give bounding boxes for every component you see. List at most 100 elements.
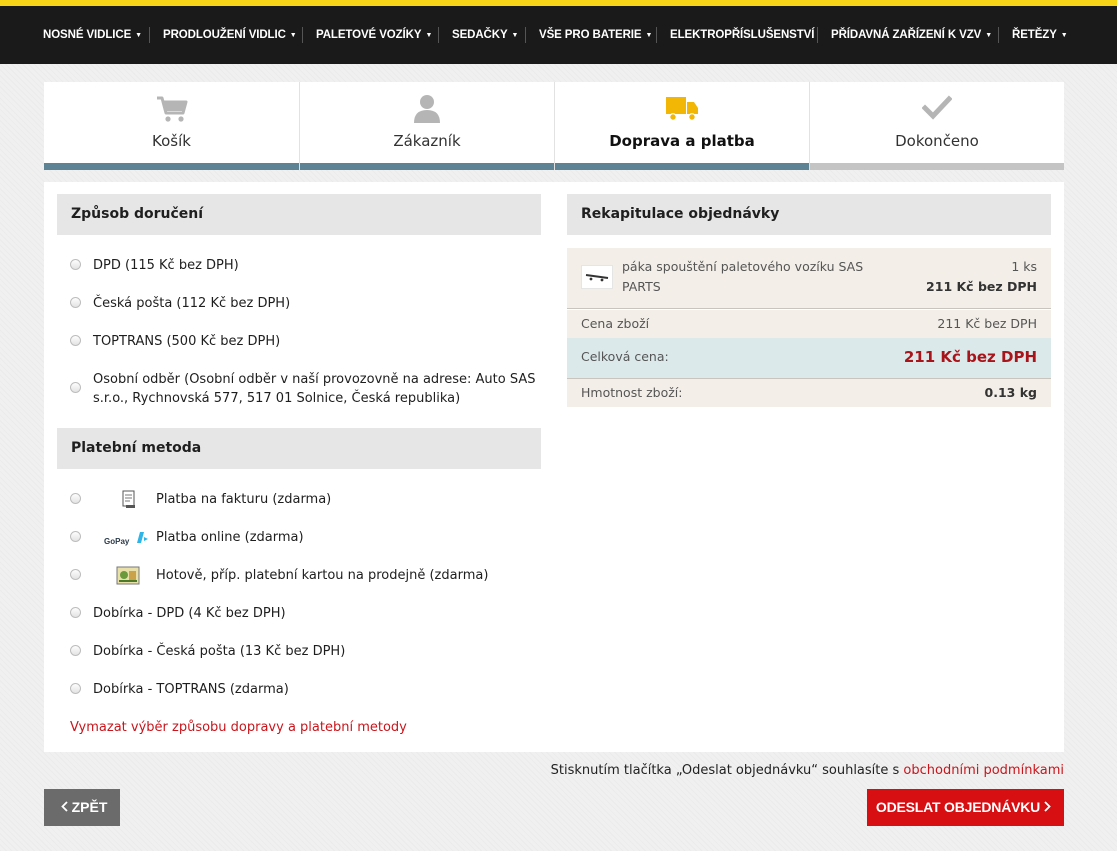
main-navigation: NOSNÉ VIDLICE ▼ PRODLOUŽENÍ VIDLIC ▼ PALET…	[0, 6, 1117, 64]
step-cart[interactable]: Košík	[44, 82, 299, 170]
recap-goods-price-row: Cena zboží 211 Kč bez DPH	[567, 310, 1051, 338]
payment-radio[interactable]	[70, 531, 81, 542]
caret-down-icon: ▼	[289, 32, 297, 39]
invoice-icon	[106, 490, 150, 510]
back-button[interactable]: ZPĚT	[44, 789, 120, 826]
nav-label: PALETOVÉ VOZÍKY	[316, 29, 422, 41]
recap-weight-row: Hmotnost zboží: 0.13 kg	[567, 379, 1051, 407]
delivery-option-dpd[interactable]: DPD (115 Kč bez DPH)	[70, 256, 550, 275]
nav-label: PŘÍDAVNÁ ZAŘÍZENÍ K VZV	[831, 29, 982, 41]
payment-option-cod-dpd[interactable]: Dobírka - DPD (4 Kč bez DPH)	[70, 604, 550, 623]
total-price-label: Celková cena:	[581, 349, 669, 364]
nav-item-retezy[interactable]: ŘETĚZY ▼	[1012, 6, 1068, 64]
delivery-section-title: Způsob doručení	[57, 194, 541, 235]
payment-radio[interactable]	[70, 645, 81, 656]
recap-product-row: páka spouštění paletového vozíku SAS PAR…	[567, 248, 1051, 309]
delivery-option-label: Česká pošta (112 Kč bez DPH)	[93, 296, 291, 311]
step-customer[interactable]: Zákazník	[299, 82, 554, 170]
nav-separator	[817, 27, 818, 43]
gopay-logo: GoPay	[104, 528, 150, 548]
nav-separator	[438, 27, 439, 43]
caret-down-icon: ▼	[425, 32, 433, 39]
nav-label: PRODLOUŽENÍ VIDLIC	[163, 29, 286, 41]
terms-text: Stisknutím tlačítka „Odeslat objednávku“…	[550, 763, 904, 778]
nav-label: SEDAČKY	[452, 29, 508, 41]
step-label: Košík	[152, 132, 191, 150]
delivery-option-label: Osobní odběr (Osobní odběr v naší provoz…	[93, 372, 536, 406]
nav-item-elektroprislusenstvi[interactable]: ELEKTROPŘÍSLUŠENSTVÍ	[670, 6, 814, 64]
step-finished[interactable]: Dokončeno	[809, 82, 1064, 170]
nav-item-pridavna-zarizeni[interactable]: PŘÍDAVNÁ ZAŘÍZENÍ K VZV ▼	[831, 6, 992, 64]
nav-label: ELEKTROPŘÍSLUŠENSTVÍ	[670, 29, 815, 41]
caret-down-icon: ▼	[135, 32, 143, 39]
product-name[interactable]: páka spouštění paletového vozíku SAS PAR…	[622, 257, 882, 297]
delivery-radio[interactable]	[70, 382, 81, 393]
weight-label: Hmotnost zboží:	[581, 385, 683, 400]
payment-option-cash[interactable]: Hotově, příp. platební kartou na prodejn…	[70, 566, 550, 585]
nav-separator	[998, 27, 999, 43]
step-progress-bar	[555, 163, 809, 170]
total-price-value: 211 Kč bez DPH	[903, 348, 1037, 366]
checkout-content: Způsob doručení DPD (115 Kč bez DPH) Čes…	[44, 182, 1064, 752]
payment-option-label: Platba online (zdarma)	[156, 530, 304, 545]
caret-down-icon: ▼	[985, 32, 993, 39]
nav-label: ŘETĚZY	[1012, 29, 1057, 41]
step-progress-bar	[300, 163, 554, 170]
payment-radio[interactable]	[70, 683, 81, 694]
payment-option-label: Hotově, příp. platební kartou na prodejn…	[156, 568, 489, 583]
delivery-option-label: TOPTRANS (500 Kč bez DPH)	[93, 334, 281, 349]
delivery-radio[interactable]	[70, 259, 81, 270]
nav-item-nosne-vidlice[interactable]: NOSNÉ VIDLICE ▼	[43, 6, 142, 64]
clear-selection-link[interactable]: Vymazat výběr způsobu dopravy a platební…	[70, 720, 407, 735]
nav-separator	[656, 27, 657, 43]
nav-item-vse-pro-baterie[interactable]: VŠE PRO BATERIE ▼	[539, 6, 652, 64]
back-button-label: ZPĚT	[71, 799, 108, 815]
delivery-radio[interactable]	[70, 297, 81, 308]
payment-radio[interactable]	[70, 493, 81, 504]
payment-option-invoice[interactable]: Platba na fakturu (zdarma)	[70, 490, 550, 509]
delivery-radio[interactable]	[70, 335, 81, 346]
nav-item-sedacky[interactable]: SEDAČKY ▼	[452, 6, 518, 64]
delivery-option-label: DPD (115 Kč bez DPH)	[93, 258, 239, 273]
delivery-option-ceska-posta[interactable]: Česká pošta (112 Kč bez DPH)	[70, 294, 550, 313]
step-label: Dokončeno	[895, 132, 979, 150]
nav-item-paletove-voziky[interactable]: PALETOVÉ VOZÍKY ▼	[316, 6, 432, 64]
delivery-option-pickup[interactable]: Osobní odběr (Osobní odběr v naší provoz…	[70, 370, 550, 408]
payment-section-title: Platební metoda	[57, 428, 541, 469]
chevron-left-icon	[60, 789, 68, 826]
weight-value: 0.13 kg	[984, 385, 1037, 400]
chevron-right-icon	[1044, 789, 1051, 826]
nav-separator	[149, 27, 150, 43]
nav-separator	[302, 27, 303, 43]
truck-icon	[555, 94, 809, 124]
nav-item-prodlouzeni-vidlic[interactable]: PRODLOUŽENÍ VIDLIC ▼	[163, 6, 297, 64]
payment-option-cod-ceska-posta[interactable]: Dobírka - Česká pošta (13 Kč bez DPH)	[70, 642, 550, 661]
checkout-steps: Košík Zákazník Doprava a platba Dokončen…	[44, 82, 1064, 170]
payment-radio[interactable]	[70, 569, 81, 580]
step-progress-bar	[44, 163, 299, 170]
step-progress-bar	[810, 163, 1064, 170]
payment-option-label: Dobírka - Česká pošta (13 Kč bez DPH)	[93, 644, 346, 659]
payment-radio[interactable]	[70, 607, 81, 618]
step-shipping-payment[interactable]: Doprava a platba	[554, 82, 809, 170]
payment-option-cod-toptrans[interactable]: Dobírka - TOPTRANS (zdarma)	[70, 680, 550, 699]
submit-order-button[interactable]: ODESLAT OBJEDNÁVKU	[867, 789, 1064, 826]
payment-option-label: Dobírka - DPD (4 Kč bez DPH)	[93, 606, 286, 621]
cart-icon	[44, 94, 299, 124]
step-label: Zákazník	[393, 132, 461, 150]
terms-notice: Stisknutím tlačítka „Odeslat objednávku“…	[551, 763, 1064, 778]
nav-label: VŠE PRO BATERIE	[539, 29, 642, 41]
recap-total-row: Celková cena: 211 Kč bez DPH	[567, 338, 1051, 379]
submit-order-label: ODESLAT OBJEDNÁVKU	[875, 799, 1041, 815]
terms-link[interactable]: obchodními podmínkami	[903, 763, 1064, 778]
product-thumbnail	[581, 265, 613, 289]
nav-separator	[525, 27, 526, 43]
caret-down-icon: ▼	[511, 32, 519, 39]
payment-option-online[interactable]: GoPay Platba online (zdarma)	[70, 528, 550, 547]
user-icon	[300, 94, 554, 124]
delivery-option-toptrans[interactable]: TOPTRANS (500 Kč bez DPH)	[70, 332, 550, 351]
order-recap-title: Rekapitulace objednávky	[567, 194, 1051, 235]
payment-option-label: Platba na fakturu (zdarma)	[156, 492, 332, 507]
cash-icon	[106, 566, 150, 586]
caret-down-icon: ▼	[645, 32, 653, 39]
